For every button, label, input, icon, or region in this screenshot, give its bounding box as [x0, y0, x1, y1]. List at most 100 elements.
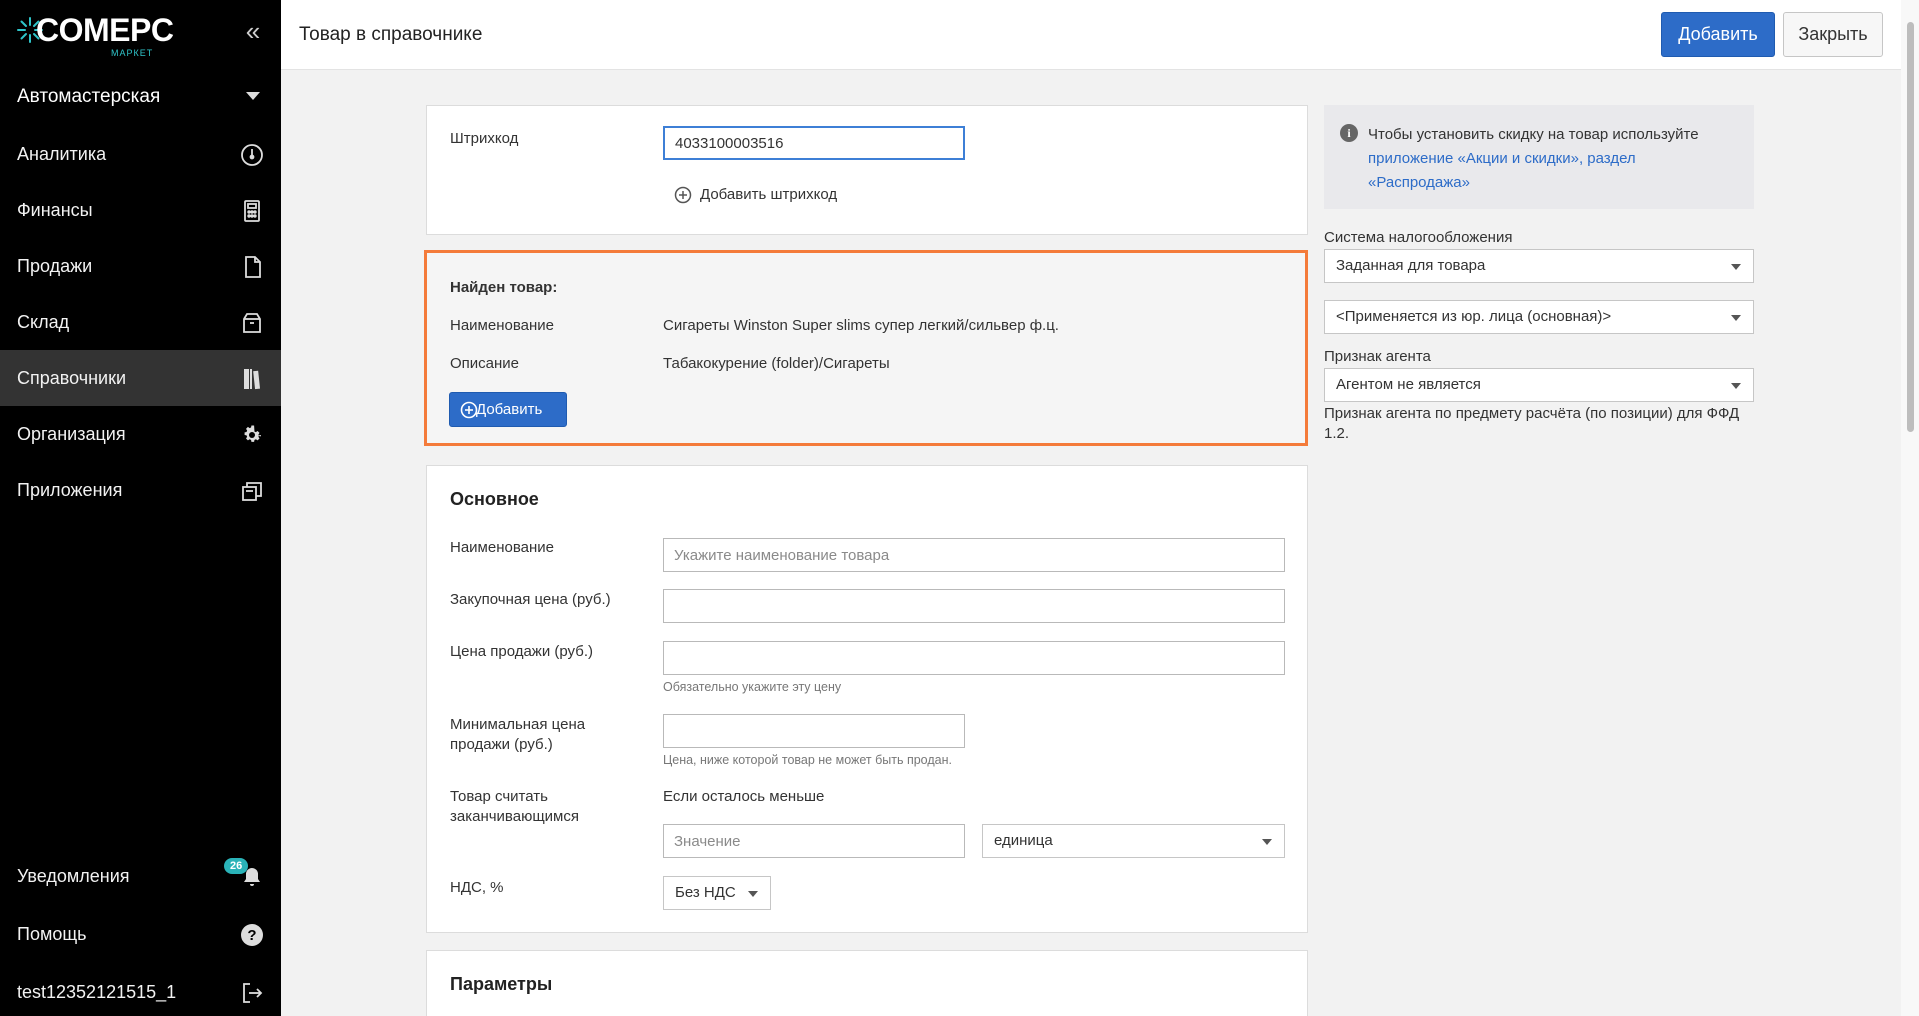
min-price-label-line2: продажи (руб.) — [450, 736, 553, 753]
sale-price-label: Цена продажи (руб.) — [450, 643, 593, 660]
found-name-value: Сигареты Winston Super slims супер легки… — [663, 317, 1059, 334]
sidebar-item-notifications[interactable]: Уведомления — [0, 848, 281, 904]
sidebar-item-sales[interactable]: Продажи — [0, 238, 281, 294]
found-description-value: Табакокурение (folder)/Сигареты — [663, 355, 890, 372]
info-text-body: Чтобы установить скидку на товар использ… — [1368, 126, 1699, 143]
min-price-label-line1: Минимальная цена — [450, 716, 586, 733]
caret-down-icon — [748, 891, 758, 897]
sidebar-item-help[interactable]: Помощь ? — [0, 906, 281, 962]
main-section-title: Основное — [450, 489, 539, 509]
notifications-badge: 26 — [224, 858, 249, 874]
tax-system-value: Заданная для товара — [1336, 257, 1486, 274]
logo[interactable]: COMEPC МАРКЕТ — [16, 12, 174, 60]
user-label: test12352121515_1 — [17, 982, 177, 1002]
found-add-button[interactable]: Добавить — [449, 392, 567, 427]
add-button[interactable]: Добавить — [1661, 12, 1775, 57]
purchase-price-label: Закупочная цена (руб.) — [450, 591, 611, 608]
caret-down-icon — [1731, 383, 1741, 389]
gauge-icon — [240, 143, 264, 167]
collapse-sidebar-icon[interactable]: « — [240, 18, 266, 44]
add-barcode-label: Добавить штрихкод — [700, 186, 838, 203]
sidebar-item-apps[interactable]: Приложения — [0, 462, 281, 518]
vat-select-value: Без НДС — [675, 884, 736, 901]
caret-down-icon — [1731, 315, 1741, 321]
agent-label: Признак агента — [1324, 348, 1431, 365]
ending-label-line1: Товар считать — [450, 788, 548, 805]
sidebar: COMEPC МАРКЕТ « Автомастерская Аналитика… — [0, 0, 281, 1016]
agent-value: Агентом не является — [1336, 376, 1481, 393]
info-text: Чтобы установить скидку на товар использ… — [1368, 123, 1738, 195]
tax-system-label: Система налогообложения — [1324, 229, 1513, 246]
topbar: Товар в справочнике Добавить Закрыть — [281, 0, 1901, 70]
sidebar-item-finance[interactable]: Финансы — [0, 182, 281, 238]
ending-text: Если осталось меньше — [663, 788, 825, 805]
plus-circle-icon — [674, 186, 692, 204]
name-label: Наименование — [450, 539, 554, 556]
agent-select[interactable]: Агентом не является — [1324, 368, 1754, 402]
sidebar-item-warehouse[interactable]: Склад — [0, 294, 281, 350]
discount-info-box: i Чтобы установить скидку на товар испол… — [1324, 105, 1754, 209]
info-icon: i — [1340, 124, 1358, 142]
unit-select-value: единица — [994, 832, 1053, 849]
logo-text: COMEPC — [36, 12, 174, 48]
params-card: Параметры — [426, 950, 1308, 1016]
legal-entity-select[interactable]: <Применяется из юр. лица (основная)> — [1324, 300, 1754, 334]
vat-select[interactable]: Без НДС — [663, 876, 771, 910]
caret-down-icon — [1262, 839, 1272, 845]
agent-hint: Признак агента по предмету расчёта (по п… — [1324, 405, 1740, 442]
document-icon — [240, 255, 264, 279]
sale-price-input[interactable] — [663, 641, 1285, 675]
sidebar-item-user[interactable]: test12352121515_1 — [0, 964, 281, 1016]
help-icon: ? — [240, 923, 264, 947]
discounts-app-link[interactable]: приложение «Акции и скидки», раздел «Рас… — [1368, 150, 1636, 191]
name-input[interactable] — [663, 538, 1285, 572]
params-section-title: Параметры — [450, 974, 553, 994]
page-title: Товар в справочнике — [299, 24, 483, 45]
close-button[interactable]: Закрыть — [1783, 12, 1883, 57]
scrollbar-thumb[interactable] — [1907, 22, 1914, 432]
logo-subtitle: МАРКЕТ — [111, 48, 154, 58]
windows-icon — [240, 479, 264, 503]
min-price-input[interactable] — [663, 714, 965, 748]
tax-system-select[interactable]: Заданная для товара — [1324, 249, 1754, 283]
unit-select[interactable]: единица — [982, 824, 1285, 858]
sidebar-item-label: Продажи — [17, 256, 93, 276]
barcode-label: Штрихкод — [450, 130, 519, 147]
sidebar-item-label: Организация — [17, 424, 126, 444]
purchase-price-input[interactable] — [663, 589, 1285, 623]
plus-circle-icon — [460, 401, 478, 419]
sidebar-item-directories[interactable]: Справочники — [0, 350, 281, 406]
svg-text:?: ? — [247, 927, 256, 944]
book-icon — [240, 367, 264, 391]
sidebar-item-label: Склад — [17, 312, 70, 332]
barcode-card: Штрихкод Добавить штрихкод — [426, 105, 1308, 235]
found-name-label: Наименование — [450, 317, 554, 334]
sidebar-item-label: Помощь — [17, 924, 87, 944]
sidebar-item-label: Справочники — [17, 368, 127, 388]
sidebar-item-label: Уведомления — [17, 866, 130, 886]
barcode-input[interactable] — [663, 126, 965, 160]
found-description-label: Описание — [450, 355, 520, 372]
box-icon — [240, 311, 264, 335]
caret-down-icon — [246, 92, 260, 100]
sidebar-item-organization[interactable]: Организация — [0, 406, 281, 462]
legal-entity-value: <Применяется из юр. лица (основная)> — [1336, 308, 1612, 325]
organization-label: Автомастерская — [17, 86, 161, 107]
caret-down-icon — [1731, 264, 1741, 270]
logout-icon — [240, 981, 264, 1005]
page-scrollbar[interactable] — [1901, 0, 1919, 1016]
sidebar-item-analytics[interactable]: Аналитика — [0, 126, 281, 182]
gear-icon — [240, 423, 264, 447]
min-price-hint: Цена, ниже которой товар не может быть п… — [663, 753, 952, 767]
found-add-label: Добавить — [476, 401, 543, 418]
organization-selector[interactable]: Автомастерская — [0, 74, 281, 120]
sale-price-hint: Обязательно укажите эту цену — [663, 680, 842, 694]
sidebar-item-label: Приложения — [17, 480, 123, 500]
sidebar-item-label: Аналитика — [17, 144, 107, 164]
vat-label: НДС, % — [450, 879, 504, 896]
ending-value-input[interactable] — [663, 824, 965, 858]
sidebar-item-label: Финансы — [17, 200, 93, 220]
found-title: Найден товар: — [450, 279, 558, 296]
main-card: Основное Наименование Закупочная цена (р… — [426, 465, 1308, 933]
ending-label-line2: заканчивающимся — [450, 808, 579, 825]
